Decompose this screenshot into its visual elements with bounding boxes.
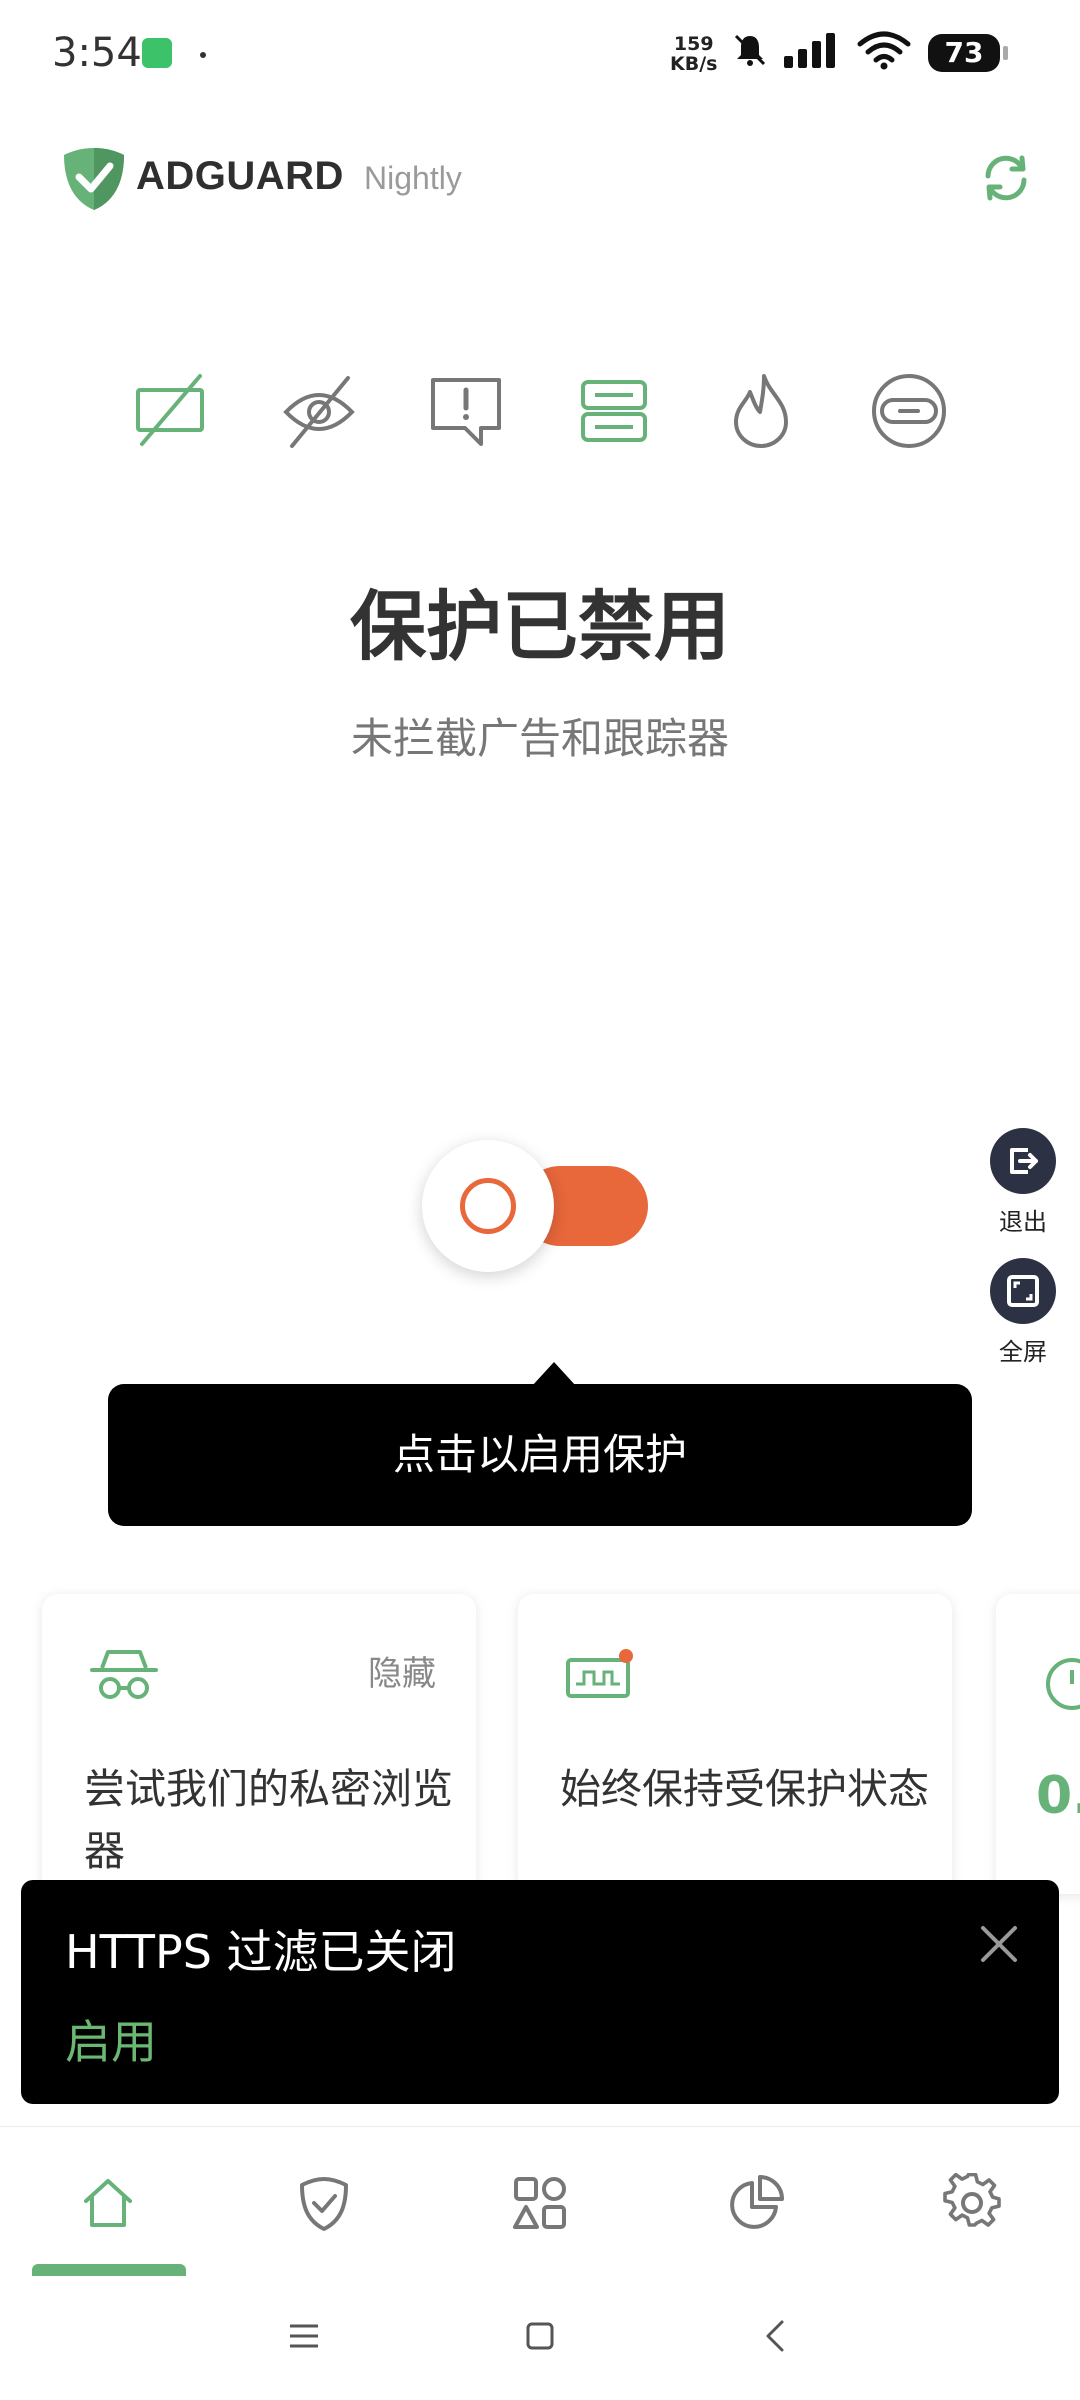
mute-icon (734, 34, 766, 66)
snackbar-message: HTTPS 过滤已关闭 (65, 1925, 457, 1979)
clock-icon (1046, 1658, 1080, 1710)
home-square-icon[interactable] (520, 2316, 560, 2356)
settings-icon[interactable] (942, 2173, 1002, 2233)
exit-label[interactable]: 退出 (980, 1202, 1066, 1237)
toggle-knob[interactable] (422, 1140, 554, 1272)
home-icon[interactable] (78, 2173, 138, 2233)
https-filter-snackbar: HTTPS 过滤已关闭 启用 (21, 1880, 1059, 2104)
private-browser-card[interactable]: 隐藏 尝试我们的私密浏览器 (42, 1594, 476, 1894)
wifi-icon (857, 31, 911, 70)
stay-protected-card[interactable]: 始终保持受保护状态 (518, 1594, 952, 1894)
card-title: 始终保持受保护状态 (560, 1765, 929, 1813)
card-title: 尝试我们的私密浏览器 (84, 1765, 453, 1875)
status-time: 3:54 (52, 30, 142, 76)
more-notifications-dot (200, 52, 206, 58)
signal-icon (784, 33, 835, 68)
close-icon[interactable] (975, 1920, 1023, 1968)
refresh-icon[interactable] (978, 150, 1034, 206)
exit-button[interactable] (990, 1128, 1056, 1194)
fullscreen-icon (1007, 1275, 1039, 1307)
exit-icon (1010, 1148, 1038, 1174)
nav-active-indicator (32, 2264, 186, 2276)
ad-block-icon (136, 374, 204, 446)
fullscreen-button[interactable] (990, 1258, 1056, 1324)
bottom-navigation (0, 2126, 1080, 2277)
protection-shield-icon[interactable] (294, 2173, 354, 2233)
adguard-logo-icon (64, 148, 124, 210)
malware-fire-icon (734, 374, 788, 448)
fullscreen-label[interactable]: 全屏 (980, 1332, 1066, 1367)
hide-card-button[interactable]: 隐藏 (368, 1646, 436, 1695)
annoyance-icon (431, 378, 501, 446)
back-icon[interactable] (756, 2316, 796, 2356)
battery-optimization-icon (566, 1649, 633, 1698)
brand-name: ADGUARD (136, 154, 344, 198)
app-notification-icon (142, 38, 172, 68)
dns-server-icon (581, 380, 647, 442)
network-speed: 159 KB/s (670, 33, 718, 75)
stat-value: 0. (1036, 1766, 1080, 1826)
statistics-card[interactable]: 0. (996, 1594, 1080, 1894)
incognito-icon (90, 1650, 158, 1699)
menu-icon[interactable] (284, 2316, 324, 2356)
statistics-icon[interactable] (726, 2173, 786, 2233)
tooltip-arrow (532, 1362, 576, 1386)
battery-indicator: 73 (928, 34, 1008, 72)
system-navigation-bar (0, 2276, 1080, 2400)
power-ring-icon (460, 1178, 516, 1234)
anti-tracking-icon (283, 376, 355, 448)
snackbar-enable-button[interactable]: 启用 (65, 2006, 157, 2072)
protection-status-subtitle: 未拦截广告和跟踪器 (350, 714, 729, 763)
brand-edition: Nightly (364, 160, 462, 196)
enable-protection-tooltip[interactable]: 点击以启用保护 (108, 1384, 972, 1526)
protection-status-title: 保护已禁用 (350, 582, 730, 671)
stealth-ninja-icon (872, 374, 946, 448)
apps-icon[interactable] (510, 2173, 570, 2233)
